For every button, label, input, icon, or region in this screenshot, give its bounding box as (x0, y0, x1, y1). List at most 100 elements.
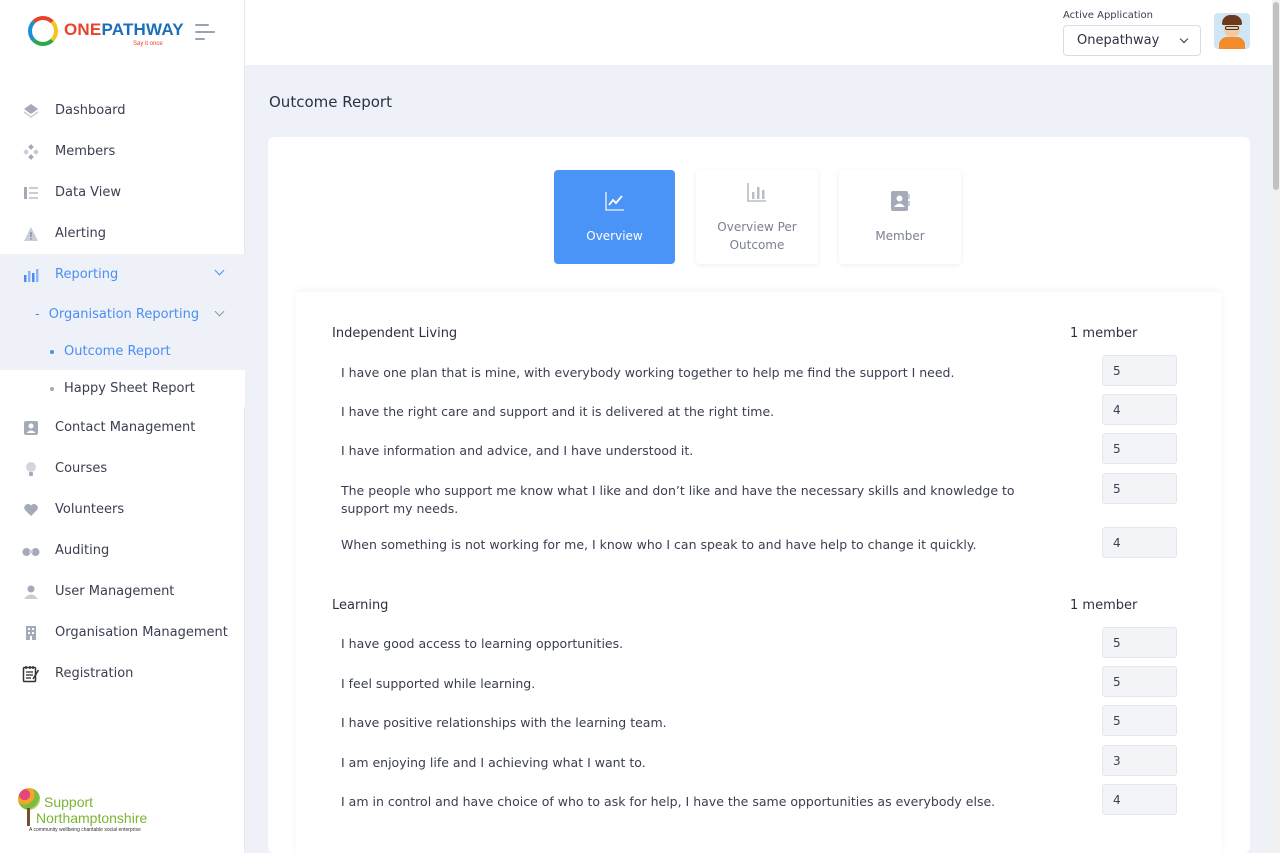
sidebar-item-members[interactable]: Members (0, 131, 245, 172)
sub-dash: - (35, 306, 40, 322)
question-text: I feel supported while learning. (341, 676, 536, 691)
score-field[interactable]: 5 (1102, 666, 1177, 697)
tree-trunk (27, 808, 30, 826)
sidebar-item-label: Outcome Report (64, 344, 171, 359)
question-text: The people who support me know what I li… (341, 483, 1015, 516)
members-icon (22, 143, 40, 161)
sidebar-item-volunteers[interactable]: Volunteers (0, 489, 245, 530)
question-text: I have the right care and support and it… (341, 404, 775, 419)
sidebar-item-user-management[interactable]: User Management (0, 571, 245, 612)
outcome-sections: Independent Living 1 member I have one p… (296, 292, 1222, 853)
heart-icon (22, 501, 40, 519)
line-chart-icon (604, 190, 626, 217)
support-northamptonshire-logo: Support Northamptonshire A community wel… (18, 788, 168, 836)
active-application-select[interactable]: Onepathway (1063, 25, 1201, 56)
score-field[interactable]: 4 (1102, 394, 1177, 425)
sidebar-item-contact-management[interactable]: Contact Management (0, 407, 245, 448)
reporting-submenu: - Organisation Reporting Outcome Report (0, 295, 245, 370)
onepathway-logo-text[interactable]: ONEPATHWAY (64, 20, 184, 40)
contact-book-icon (889, 190, 911, 217)
binoculars-icon (22, 542, 40, 560)
sidebar-item-organisation-management[interactable]: Organisation Management (0, 612, 245, 653)
section-title: Learning (332, 598, 389, 613)
sidebar-item-registration[interactable]: Registration (0, 653, 245, 694)
sidebar-item-label: Organisation Management (55, 625, 228, 640)
logo-pathway: PATHWAY (101, 20, 184, 39)
chevron-down-icon (214, 306, 225, 317)
bar-chart-icon (746, 181, 768, 208)
sidebar-item-reporting[interactable]: Reporting (0, 254, 245, 295)
lightbulb-icon (22, 460, 40, 478)
bar-chart-icon (22, 266, 40, 284)
question-text: When something is not working for me, I … (341, 537, 977, 552)
chevron-down-icon (1179, 34, 1189, 44)
member-count: 1 member (1070, 598, 1138, 613)
score-field[interactable]: 4 (1102, 527, 1177, 558)
score-field[interactable]: 5 (1102, 355, 1177, 386)
sidebar-item-label: Data View (55, 185, 122, 200)
sidebar-item-outcome-report[interactable]: Outcome Report (0, 333, 245, 370)
tab-overview-per-outcome[interactable]: Overview Per Outcome (696, 170, 818, 264)
question-text: I am enjoying life and I achieving what … (341, 755, 646, 770)
chevron-down-icon (214, 265, 225, 276)
menu-toggle-icon[interactable] (195, 24, 217, 42)
score-field[interactable]: 5 (1102, 705, 1177, 736)
sidebar-item-alerting[interactable]: Alerting (0, 213, 245, 254)
report-card: Overview Overview Per Outcome Member Ind… (268, 137, 1250, 853)
score-field[interactable]: 3 (1102, 745, 1177, 776)
score-field[interactable]: 5 (1102, 627, 1177, 658)
bullet-icon (50, 386, 54, 391)
sidebar-item-label: Happy Sheet Report (64, 381, 195, 396)
sidebar-item-courses[interactable]: Courses (0, 448, 245, 489)
footer-logo-line2: Northamptonshire (36, 810, 148, 826)
building-icon (22, 624, 40, 642)
question-text: I am in control and have choice of who t… (341, 794, 996, 809)
notepad-icon (22, 665, 40, 683)
contact-icon (22, 419, 40, 437)
sidebar-item-organisation-reporting[interactable]: - Organisation Reporting (0, 295, 245, 333)
sidebar-nav: Dashboard Members Data View Alerting Rep… (0, 90, 245, 694)
logo-area: ONEPATHWAY Say it once (0, 0, 244, 65)
sidebar-item-label: Auditing (55, 543, 110, 558)
sidebar-item-label: Reporting (55, 267, 119, 282)
warning-icon (22, 225, 40, 243)
score-field[interactable]: 5 (1102, 473, 1177, 504)
sidebar-item-label: Courses (55, 461, 108, 476)
member-count: 1 member (1070, 326, 1138, 341)
tab-member[interactable]: Member (839, 170, 961, 264)
question-text: I have positive relationships with the l… (341, 715, 667, 730)
sidebar-item-label: Dashboard (55, 103, 126, 118)
list-icon (22, 184, 40, 202)
sidebar-item-data-view[interactable]: Data View (0, 172, 245, 213)
page-title: Outcome Report (269, 93, 392, 111)
tree-logo-icon (18, 788, 40, 810)
question-text: I have good access to learning opportuni… (341, 636, 624, 651)
active-application-label: Active Application (1063, 10, 1153, 21)
active-application-value: Onepathway (1077, 33, 1160, 48)
sidebar-item-label: Registration (55, 666, 134, 681)
sidebar-item-happy-sheet-report[interactable]: Happy Sheet Report (0, 370, 245, 407)
tab-label: Overview Per Outcome (717, 219, 797, 252)
footer-logo-line3: A community wellbeing charitable social … (29, 827, 141, 833)
sidebar-item-auditing[interactable]: Auditing (0, 530, 245, 571)
top-header: Active Application Onepathway (245, 0, 1272, 65)
sidebar-item-label: Volunteers (55, 502, 125, 517)
section-title: Independent Living (332, 326, 458, 341)
score-field[interactable]: 4 (1102, 784, 1177, 815)
scrollbar-thumb[interactable] (1273, 2, 1279, 190)
question-text: I have one plan that is mine, with every… (341, 365, 955, 380)
layers-icon (22, 102, 40, 120)
bullet-icon (50, 349, 54, 354)
tab-label: Member (875, 228, 925, 243)
onepathway-logo-icon[interactable] (28, 16, 58, 46)
avatar[interactable] (1214, 13, 1250, 49)
sidebar-item-dashboard[interactable]: Dashboard (0, 90, 245, 131)
logo-tagline: Say it once (133, 41, 163, 47)
sidebar: ONEPATHWAY Say it once Dashboard Members… (0, 0, 245, 853)
tab-overview[interactable]: Overview (554, 170, 675, 264)
page-scrollbar[interactable] (1272, 0, 1280, 853)
score-field[interactable]: 5 (1102, 433, 1177, 464)
sidebar-item-label: Members (55, 144, 116, 159)
sidebar-item-label: User Management (55, 584, 175, 599)
logo-one: ONE (64, 20, 102, 39)
